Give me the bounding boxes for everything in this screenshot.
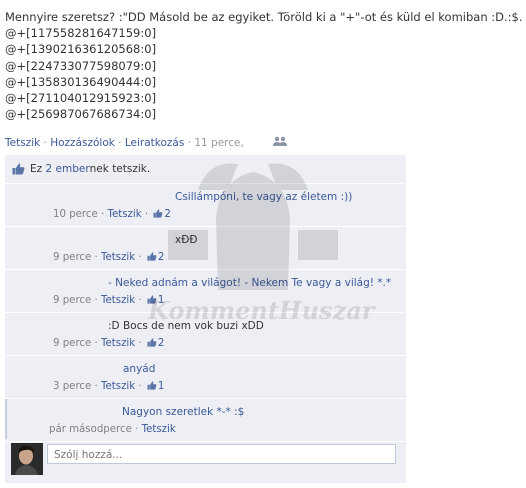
comment: :D Bocs de nem vok buzi xDD 9 perce · Te…	[5, 313, 406, 356]
thumbs-up-icon	[147, 252, 157, 261]
comment-link[interactable]: Hozzászólok	[50, 137, 115, 149]
comment: Csillámpóni, te vagy az életem :)) 10 pe…	[5, 184, 406, 227]
post-line: @+[224733077598079:0]	[5, 58, 157, 73]
comment-text: xÐÐ	[175, 234, 198, 246]
likes-summary: Ez 2 ember nek tetszik.	[5, 155, 406, 184]
comment-time[interactable]: 10 perce	[53, 209, 98, 220]
comment-like-link[interactable]: Tetszik	[108, 209, 142, 220]
comment-like-count[interactable]: 2	[158, 338, 164, 349]
avatar-photo	[11, 443, 43, 475]
comment-like-link[interactable]: Tetszik	[101, 381, 135, 392]
comment-composer: Szólj hozzá...	[5, 438, 406, 483]
comment-text: Csillámpóni, te vagy az életem :))	[175, 191, 353, 203]
post-line: @+[256987067686734:0]	[5, 107, 157, 122]
comment-like-link[interactable]: Tetszik	[142, 424, 176, 435]
comment-like-count[interactable]: 2	[158, 252, 164, 263]
comment-like-count[interactable]: 1	[158, 381, 164, 392]
likes-prefix: Ez	[30, 163, 43, 175]
comment-meta: 10 perce · Tetszik · 2	[53, 209, 171, 220]
separator: ·	[187, 137, 192, 149]
comma: ,	[240, 137, 244, 149]
separator: ·	[118, 137, 122, 149]
comment-meta: 9 perce · Tetszik · 2	[53, 252, 165, 263]
like-link[interactable]: Tetszik	[5, 137, 40, 149]
comment-like-link[interactable]: Tetszik	[101, 252, 135, 263]
comment-like-count[interactable]: 2	[164, 209, 170, 220]
comment-meta: pár másodperce · Tetszik	[49, 424, 176, 435]
comment: anyád 3 perce · Tetszik · 1	[5, 356, 406, 399]
comment-meta: 9 perce · Tetszik · 1	[53, 295, 165, 306]
comment-text: :D Bocs de nem vok buzi xDD	[108, 320, 264, 332]
likes-suffix: nek tetszik.	[89, 163, 151, 175]
people-icon	[273, 136, 287, 146]
post-timestamp[interactable]: 11 perce	[194, 137, 240, 149]
separator: ·	[43, 137, 47, 149]
comments-panel: Ez 2 ember nek tetszik. Csillámpóni, te v…	[5, 155, 406, 483]
post-body: Mennyire szeretsz? :"DD Másold be az egy…	[5, 9, 523, 122]
new-comment-indicator	[5, 399, 7, 439]
post-line: @+[271104012915923:0]	[5, 91, 157, 106]
comment-time[interactable]: 3 perce	[53, 381, 91, 392]
comment-text: - Neked adnám a világot! - Nekem Te vagy…	[108, 277, 392, 289]
comment-like-count[interactable]: 1	[158, 295, 164, 306]
unsubscribe-link[interactable]: Leiratkozás	[125, 137, 184, 149]
comment-time[interactable]: 9 perce	[53, 338, 91, 349]
comment: - Neked adnám a világot! - Nekem Te vagy…	[5, 270, 406, 313]
post-line: @+[135830136490444:0]	[5, 74, 157, 89]
thumbs-up-icon	[147, 338, 157, 347]
thumbs-up-icon	[147, 381, 157, 390]
comment-meta: 3 perce · Tetszik · 1	[53, 381, 165, 392]
comment-input[interactable]: Szólj hozzá...	[47, 444, 396, 464]
comment: xÐÐ 9 perce · Tetszik · 2	[5, 227, 406, 270]
comment-meta: 9 perce · Tetszik · 2	[53, 338, 165, 349]
post-text: Mennyire szeretsz? :"DD Másold be az egy…	[5, 10, 523, 24]
comment-time[interactable]: 9 perce	[53, 252, 91, 263]
post-line: @+[139021636120568:0]	[5, 42, 157, 57]
comment-time[interactable]: 9 perce	[53, 295, 91, 306]
post-line: @+[117558281647159:0]	[5, 26, 157, 41]
user-avatar[interactable]	[11, 443, 43, 475]
thumbs-up-icon	[147, 295, 157, 304]
comment-text: anyád	[123, 363, 156, 375]
thumbs-up-icon	[153, 209, 163, 218]
comment: Nagyon szeretlek *-* :$ pár másodperce ·…	[5, 399, 406, 442]
comment-text: Nagyon szeretlek *-* :$	[122, 406, 245, 418]
post-actions: Tetszik · Hozzászólok · Leiratkozás · 11…	[5, 136, 287, 149]
comment-like-link[interactable]: Tetszik	[101, 295, 135, 306]
comment-time[interactable]: pár másodperce	[49, 424, 132, 435]
comment-like-link[interactable]: Tetszik	[101, 338, 135, 349]
thumbs-up-icon	[12, 163, 25, 175]
likes-people-link[interactable]: 2 ember	[46, 163, 90, 175]
